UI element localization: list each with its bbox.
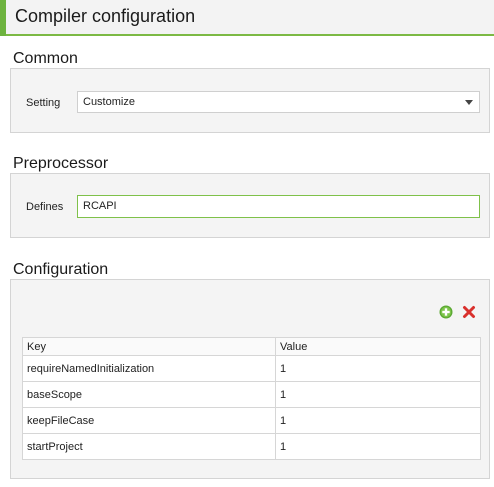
page-header: Compiler configuration [0, 0, 494, 36]
common-panel: Setting Customize [10, 68, 490, 133]
setting-label: Setting [26, 97, 61, 109]
setting-select[interactable]: Customize [77, 91, 480, 113]
table-row[interactable]: baseScope 1 [22, 381, 481, 408]
x-icon[interactable] [462, 305, 476, 319]
defines-label: Defines [26, 201, 64, 213]
key-cell[interactable]: keepFileCase [22, 407, 276, 434]
table-row[interactable]: requireNamedInitialization 1 [22, 355, 481, 382]
common-section-title: Common [13, 50, 78, 67]
column-header-key[interactable]: Key [22, 337, 276, 356]
defines-input[interactable]: RCAPI [77, 195, 480, 218]
plus-circle-icon[interactable] [439, 305, 453, 319]
table-row[interactable]: startProject 1 [22, 433, 481, 460]
configuration-panel: Key Value requireNamedInitialization 1 b… [10, 279, 490, 479]
setting-select-value: Customize [83, 96, 135, 108]
value-cell[interactable]: 1 [275, 433, 481, 460]
chevron-down-icon[interactable] [465, 100, 473, 105]
preprocessor-panel: Defines RCAPI [10, 173, 490, 238]
header-accent-bar [0, 0, 6, 36]
table-row[interactable]: keepFileCase 1 [22, 407, 481, 434]
column-header-value[interactable]: Value [275, 337, 481, 356]
configuration-section-title: Configuration [13, 261, 109, 278]
value-cell[interactable]: 1 [275, 407, 481, 434]
table-header-row: Key Value [22, 337, 481, 356]
value-cell[interactable]: 1 [275, 381, 481, 408]
key-cell[interactable]: requireNamedInitialization [22, 355, 276, 382]
configuration-table: Key Value requireNamedInitialization 1 b… [22, 337, 481, 460]
key-cell[interactable]: startProject [22, 433, 276, 460]
value-cell[interactable]: 1 [275, 355, 481, 382]
preprocessor-section-title: Preprocessor [13, 155, 109, 172]
key-cell[interactable]: baseScope [22, 381, 276, 408]
page-title: Compiler configuration [15, 6, 196, 26]
